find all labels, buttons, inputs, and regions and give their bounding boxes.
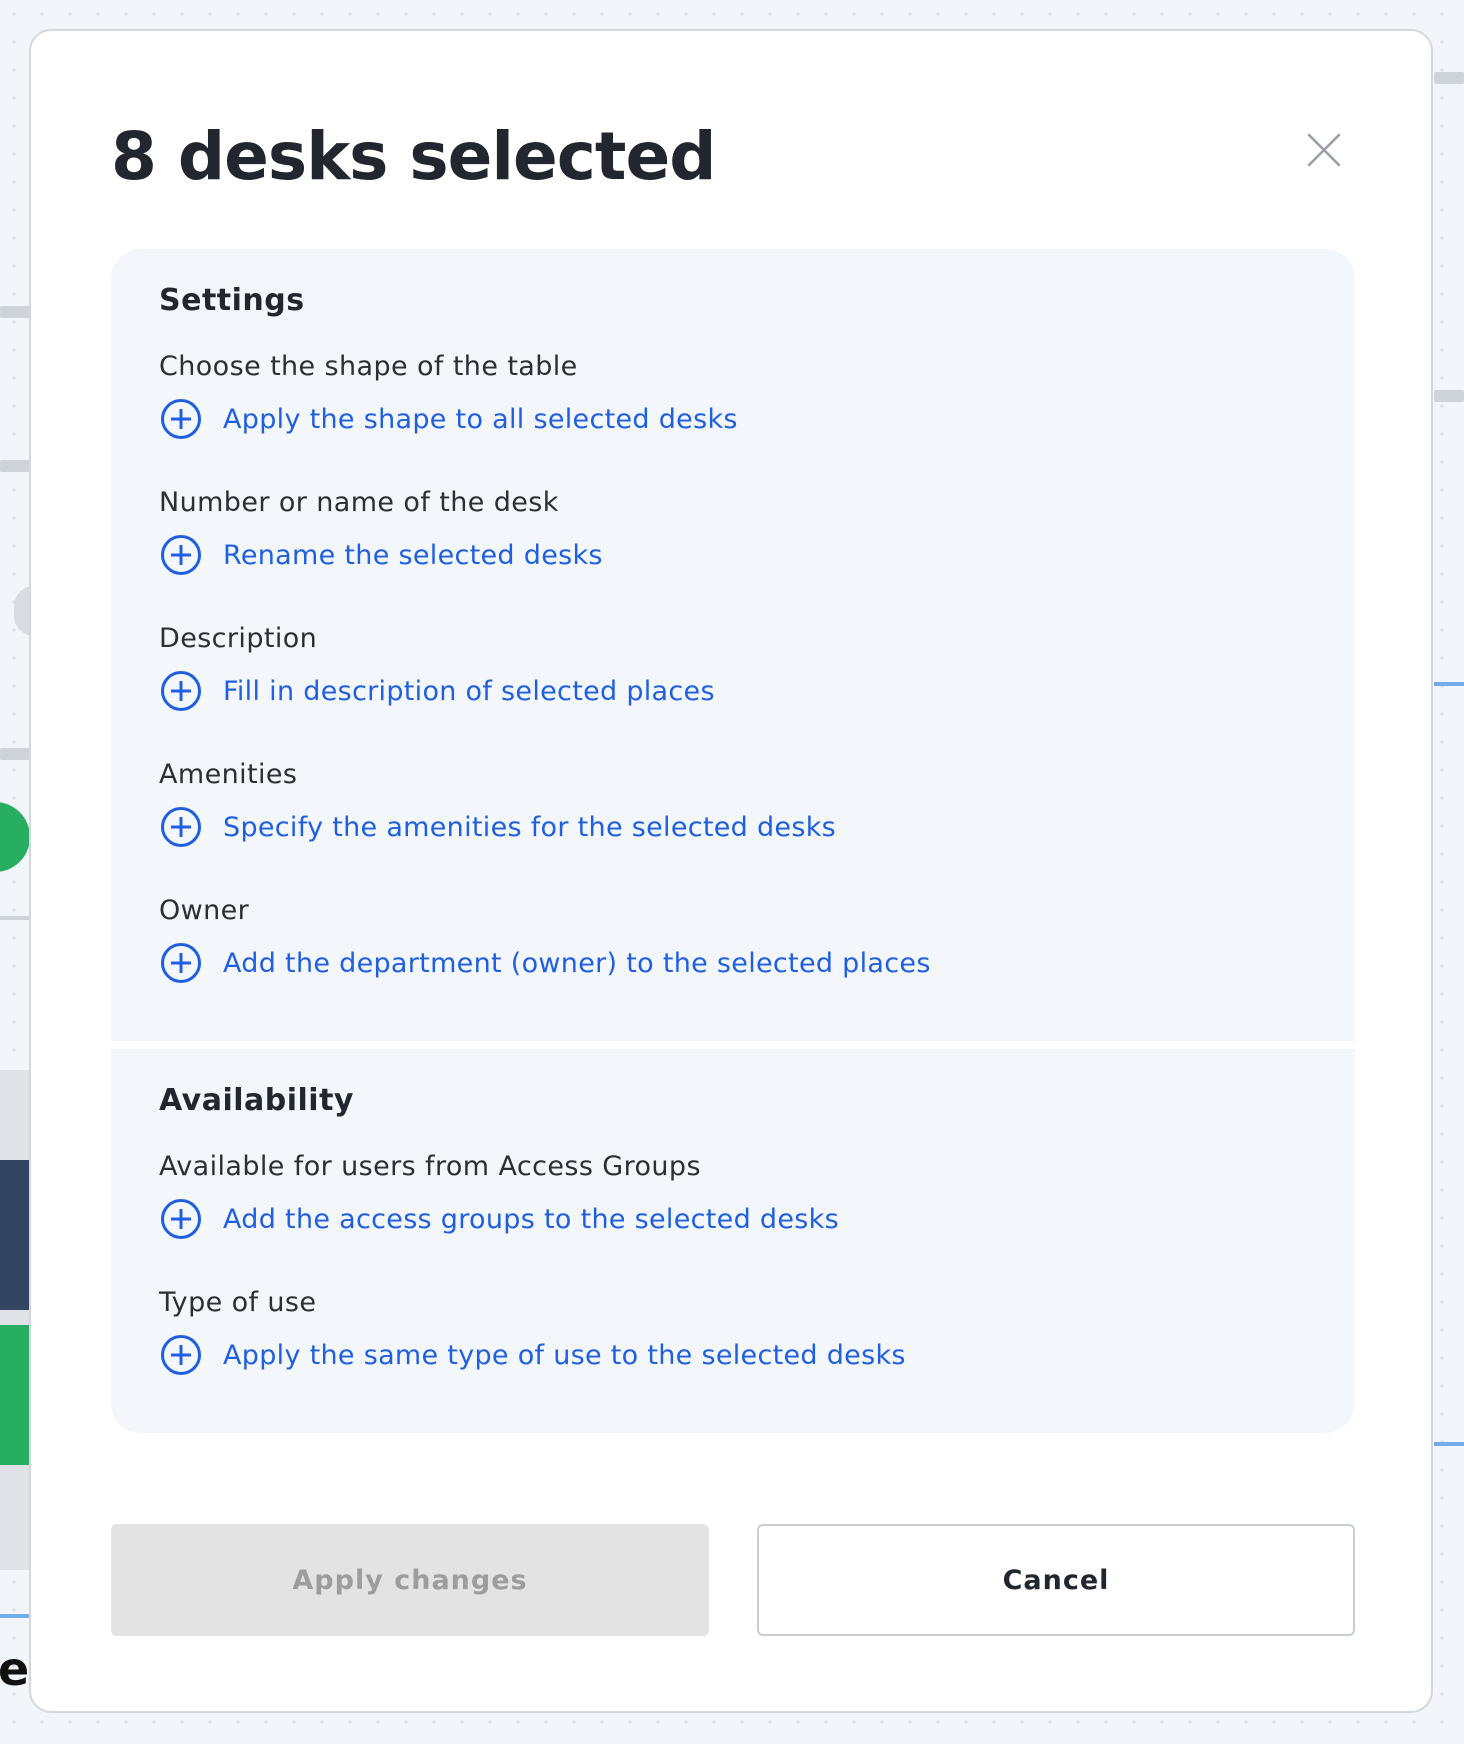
add-owner-link-label: Add the department (owner) to the select… (223, 947, 931, 979)
apply-type-of-use-link[interactable]: Apply the same type of use to the select… (159, 1333, 906, 1377)
apply-changes-button[interactable]: Apply changes (111, 1524, 709, 1636)
field-label-table-shape: Choose the shape of the table (159, 351, 578, 382)
floorplan-wall-left-2 (0, 460, 30, 472)
floorplan-zone-green (0, 1325, 30, 1465)
floorplan-label-fragment: e (0, 1642, 30, 1696)
field-label-description: Description (159, 623, 318, 654)
plus-circle-icon (159, 1333, 203, 1377)
plus-circle-icon (159, 805, 203, 849)
fill-description-link[interactable]: Fill in description of selected places (159, 669, 715, 713)
plus-circle-icon (159, 397, 203, 441)
floorplan-path-right-1 (1434, 682, 1464, 686)
floorplan-desk-available-marker (0, 802, 30, 872)
plus-circle-icon (159, 533, 203, 577)
floorplan-wall-left-3 (0, 748, 30, 760)
floorplan-wall-right-1 (1434, 72, 1464, 84)
floorplan-wall-left-4 (0, 916, 30, 920)
apply-type-of-use-link-label: Apply the same type of use to the select… (223, 1339, 906, 1371)
close-icon (1307, 133, 1341, 167)
specify-amenities-link[interactable]: Specify the amenities for the selected d… (159, 805, 836, 849)
rename-desks-link[interactable]: Rename the selected desks (159, 533, 603, 577)
add-access-groups-link-label: Add the access groups to the selected de… (223, 1203, 839, 1235)
plus-circle-icon (159, 669, 203, 713)
close-button[interactable] (1298, 124, 1350, 176)
fill-description-link-label: Fill in description of selected places (223, 675, 715, 707)
modal-title: 8 desks selected (111, 118, 716, 195)
floorplan-wall-left-1 (0, 306, 30, 318)
floorplan-path-left (0, 1614, 30, 1618)
floorplan-zone-navy (0, 1160, 30, 1310)
availability-heading: Availability (159, 1083, 354, 1118)
apply-shape-link-label: Apply the shape to all selected desks (223, 403, 738, 435)
floorplan-path-right-2 (1434, 1442, 1464, 1446)
apply-shape-link[interactable]: Apply the shape to all selected desks (159, 397, 738, 441)
bulk-edit-modal: 8 desks selected Settings Choose the sha… (29, 29, 1433, 1713)
rename-desks-link-label: Rename the selected desks (223, 539, 603, 571)
field-label-owner: Owner (159, 895, 250, 926)
add-access-groups-link[interactable]: Add the access groups to the selected de… (159, 1197, 839, 1241)
plus-circle-icon (159, 1197, 203, 1241)
field-label-access-groups: Available for users from Access Groups (159, 1151, 701, 1182)
settings-section: Settings Choose the shape of the table A… (111, 249, 1355, 1041)
plus-circle-icon (159, 941, 203, 985)
field-label-desk-name: Number or name of the desk (159, 487, 559, 518)
field-label-amenities: Amenities (159, 759, 298, 790)
floorplan-zone-grey (0, 1070, 30, 1570)
cancel-button[interactable]: Cancel (757, 1524, 1355, 1636)
specify-amenities-link-label: Specify the amenities for the selected d… (223, 811, 837, 843)
add-owner-link[interactable]: Add the department (owner) to the select… (159, 941, 931, 985)
settings-heading: Settings (159, 283, 305, 318)
field-label-type-of-use: Type of use (159, 1287, 317, 1318)
availability-section: Availability Available for users from Ac… (111, 1049, 1355, 1433)
floorplan-wall-right-2 (1434, 390, 1464, 402)
